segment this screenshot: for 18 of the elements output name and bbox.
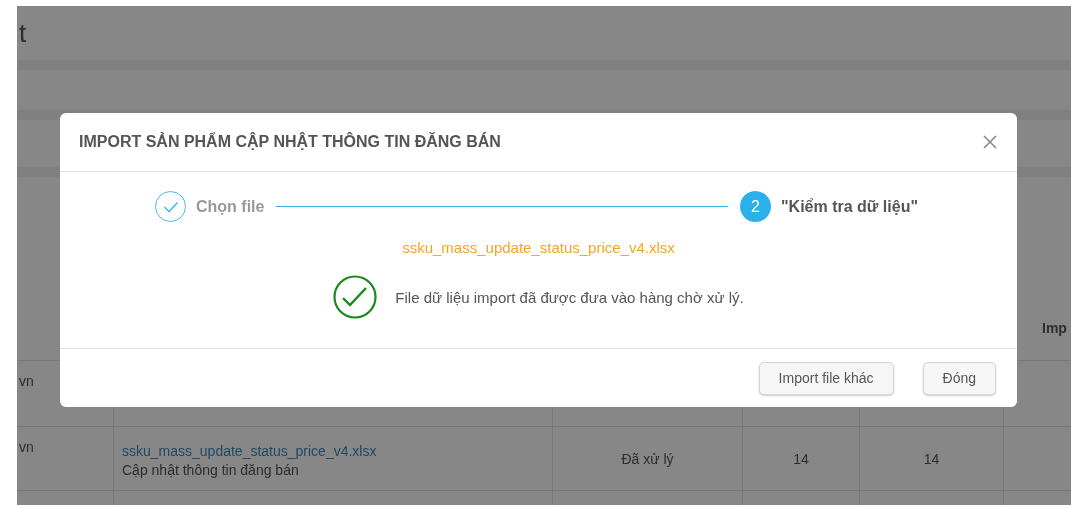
table-cell: vn bbox=[19, 439, 34, 455]
status-message: File dữ liệu import đã được đưa vào hàng chờ xử lý. bbox=[395, 288, 744, 306]
step-label: "Kiểm tra dữ liệu" bbox=[781, 197, 918, 216]
success-check-icon bbox=[333, 275, 378, 319]
step-number: 2 bbox=[740, 191, 771, 222]
import-another-button[interactable]: Import file khác bbox=[758, 361, 894, 395]
close-button[interactable] bbox=[982, 134, 998, 150]
table-cell: Cập nhật thông tin đăng bán bbox=[122, 461, 299, 478]
table-cell: 14 bbox=[793, 450, 809, 467]
table-cell: vn bbox=[19, 373, 34, 389]
step-label: Chọn file bbox=[196, 197, 265, 216]
table-cell: Đã xử lý bbox=[621, 450, 674, 467]
column-header: Imp bbox=[1042, 319, 1067, 336]
close-dialog-button[interactable]: Đóng bbox=[922, 361, 996, 395]
dialog-title: IMPORT SẢN PHẨM CẬP NHẬT THÔNG TIN ĐĂNG BÁN bbox=[79, 133, 501, 151]
table-cell: 14 bbox=[923, 450, 940, 467]
file-name: ssku_mass_update_status_price_v4.xlsx bbox=[402, 239, 675, 256]
page-title: t bbox=[19, 17, 27, 49]
